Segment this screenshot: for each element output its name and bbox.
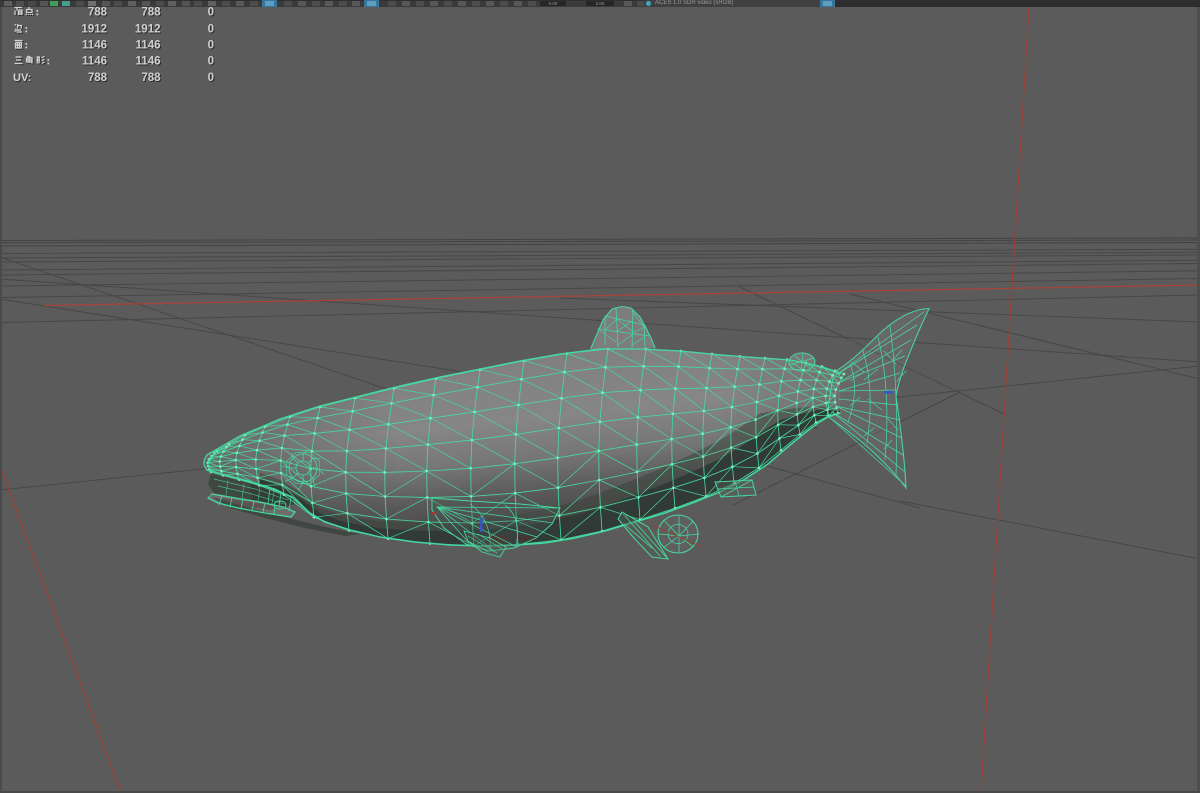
svg-text:788: 788 [141, 7, 161, 19]
svg-text:1146: 1146 [136, 40, 161, 52]
svg-text:1146: 1146 [82, 40, 107, 52]
svg-text:0: 0 [208, 24, 214, 36]
svg-text:0: 0 [208, 56, 214, 68]
svg-text:788: 788 [88, 7, 108, 19]
svg-text:1912: 1912 [135, 24, 161, 36]
svg-text:0: 0 [208, 72, 214, 84]
svg-text:0: 0 [208, 7, 214, 19]
svg-text:0: 0 [208, 40, 214, 52]
svg-text:788: 788 [88, 72, 108, 84]
svg-text:1146: 1146 [136, 56, 161, 68]
svg-text:788: 788 [141, 72, 161, 84]
svg-text:1912: 1912 [81, 24, 107, 36]
svg-text:UV:: UV: [13, 72, 31, 84]
svg-text:1146: 1146 [82, 56, 107, 68]
